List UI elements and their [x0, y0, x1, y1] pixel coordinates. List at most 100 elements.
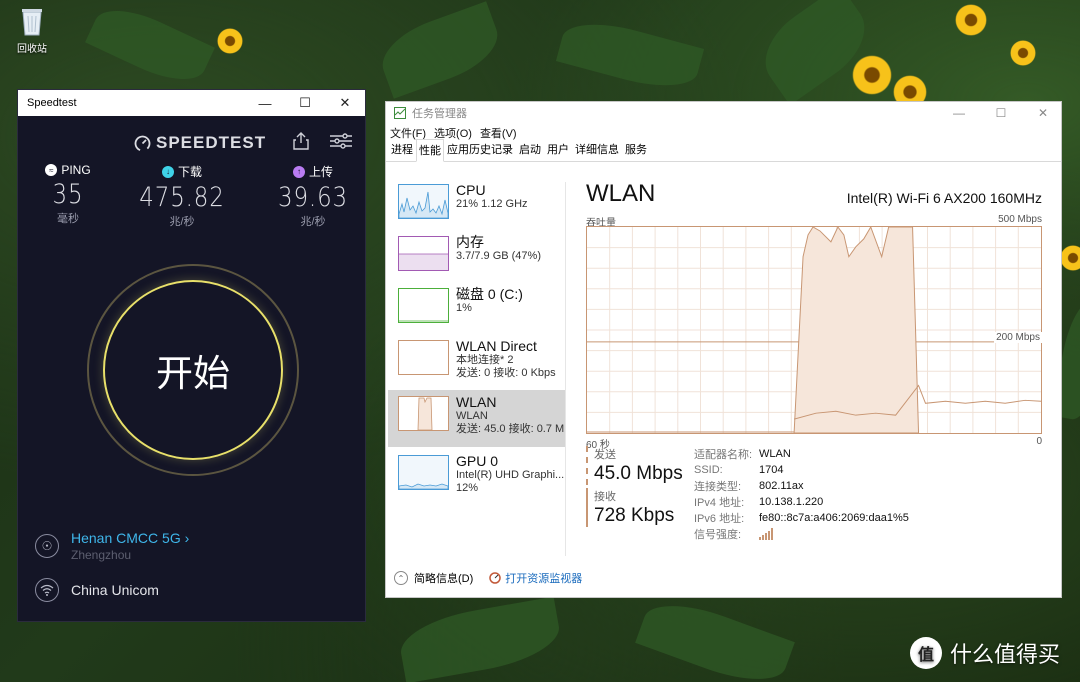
property-key: IPv6 地址: [694, 513, 745, 525]
send-stat: 发送 45.0 Mbps [586, 446, 683, 485]
download-metric: ↓ 下载 475.82 兆/秒 [122, 163, 242, 229]
sidebar-item-cpu[interactable]: CPU 21% 1.12 GHz [388, 182, 566, 234]
speedtest-logo: SPEEDTEST [134, 133, 266, 153]
go-button[interactable]: 开始 [103, 280, 283, 460]
property-key: 适配器名称: [694, 449, 753, 461]
send-area [793, 227, 920, 433]
close-button[interactable]: ✕ [325, 90, 365, 116]
item-detail: 1% [456, 302, 472, 314]
tab-users[interactable]: 用户 [544, 138, 572, 161]
yellow-flower [852, 55, 892, 95]
speedtest-header: SPEEDTEST [18, 116, 365, 156]
results-panel: ≈ PING 35 毫秒 ↓ 下载 475.82 兆/秒 ↑ 上传 39.63 兆/秒 [18, 163, 367, 233]
property-key: 连接类型: [694, 481, 742, 493]
settings-sliders-icon[interactable] [330, 133, 352, 154]
yellow-flower [955, 4, 987, 36]
tab-app-history[interactable]: 应用历史记录 [444, 138, 516, 161]
ping-value: 35 [52, 179, 84, 210]
provider-name: China Unicom [71, 582, 159, 598]
receive-label: 接收 [594, 491, 616, 503]
watermark-text: 什么值得买 [950, 642, 1061, 667]
performance-sidebar: CPU 21% 1.12 GHz 内存 3.7/7.9 GB (47%) 磁盘 … [388, 182, 566, 499]
tab-startup[interactable]: 启动 [516, 138, 544, 161]
sidebar-item-gpu[interactable]: GPU 0 Intel(R) UHD Graphi... 12% [388, 447, 566, 499]
sidebar-item-wlan[interactable]: WLAN WLAN 发送: 45.0 接收: 0.7 M [388, 390, 566, 447]
maximize-button[interactable]: ☐ [983, 102, 1019, 124]
sidebar-item-wlan-direct[interactable]: WLAN Direct 本地连接* 2 发送: 0 接收: 0 Kbps [388, 338, 566, 390]
tab-services[interactable]: 服务 [622, 138, 650, 161]
upload-value: 39.63 [278, 182, 348, 213]
recycle-bin-shortcut[interactable]: 回收站 [12, 6, 52, 55]
download-unit: 兆/秒 [169, 216, 195, 228]
upload-metric: ↑ 上传 39.63 兆/秒 [258, 163, 368, 229]
gpu-mini-graph [398, 455, 449, 490]
property-row: 连接类型: 802.11ax [694, 478, 909, 494]
task-manager-window: 任务管理器 — ☐ ✕ 文件(F) 选项(O) 查看(V) 进程 性能 应用历史… [385, 101, 1062, 598]
tab-performance[interactable]: 性能 [416, 139, 444, 162]
task-manager-footer: ⌃ 简略信息(D) 打开资源监视器 [394, 570, 582, 586]
item-name: CPU [456, 182, 486, 198]
item-detail-2: 发送: 45.0 接收: 0.7 M [456, 423, 565, 435]
background-leaf [373, 1, 507, 99]
item-detail-2: 12% [456, 482, 479, 494]
close-button[interactable]: ✕ [1025, 102, 1061, 124]
brief-info-button[interactable]: 简略信息(D) [414, 570, 473, 586]
property-value: 10.138.1.220 [759, 496, 824, 508]
maximize-button[interactable]: ☐ [285, 90, 325, 116]
globe-icon: ☉ [35, 534, 59, 558]
property-key: SSID: [694, 464, 723, 476]
isp-row[interactable]: ☉ Henan CMCC 5G › Zhengzhou [35, 530, 189, 562]
property-row: IPv6 地址: fe80::8c7a:a406:2069:daa1%5 [694, 510, 909, 526]
resource-monitor-link[interactable]: 打开资源监视器 [489, 570, 582, 586]
speedometer-icon [134, 135, 151, 151]
site-watermark: 值 什么值得买 [910, 637, 1060, 669]
chevron-up-icon[interactable]: ⌃ [394, 571, 408, 585]
task-manager-titlebar[interactable]: 任务管理器 — ☐ ✕ [386, 102, 1061, 124]
send-label: 发送 [594, 449, 616, 461]
tab-details[interactable]: 详细信息 [572, 138, 622, 161]
mid-scale-label: 200 Mbps [994, 332, 1042, 343]
provider-row[interactable]: China Unicom [35, 578, 159, 602]
download-value: 475.82 [139, 182, 225, 213]
disk-mini-graph [398, 288, 449, 323]
item-detail: 3.7/7.9 GB (47%) [456, 250, 541, 262]
property-row: 适配器名称: WLAN [694, 446, 909, 462]
ping-unit: 毫秒 [57, 213, 79, 225]
wlan-mini-graph [398, 396, 449, 431]
yellow-flower [1060, 245, 1080, 271]
chevron-right-icon: › [184, 530, 190, 546]
sidebar-item-memory[interactable]: 内存 3.7/7.9 GB (47%) [388, 234, 566, 286]
download-label: 下载 [177, 165, 202, 179]
adapter-properties: 适配器名称: WLAN SSID: 1704 连接类型: 802.11ax IPv4 … [694, 446, 909, 542]
wifi-icon [35, 578, 59, 602]
zero-label: 0 [1036, 436, 1042, 447]
yellow-flower [1010, 40, 1036, 66]
property-key: 信号强度: [694, 529, 742, 541]
item-name: GPU 0 [456, 453, 499, 469]
recycle-bin-label: 回收站 [17, 44, 47, 55]
task-manager-icon [394, 107, 406, 119]
speedtest-titlebar[interactable]: Speedtest — ☐ ✕ [18, 90, 365, 116]
throughput-graph [586, 226, 1042, 434]
item-name: 内存 [456, 234, 484, 250]
property-value: fe80::8c7a:a406:2069:daa1%5 [759, 512, 909, 524]
share-icon[interactable] [293, 132, 309, 155]
minimize-button[interactable]: — [245, 90, 285, 116]
sidebar-divider [565, 182, 566, 556]
isp-name: Henan CMCC 5G [71, 530, 181, 546]
item-name: 磁盘 0 (C:) [456, 286, 523, 302]
property-value: WLAN [759, 448, 791, 460]
window-title: 任务管理器 [412, 108, 467, 120]
sidebar-item-disk[interactable]: 磁盘 0 (C:) 1% [388, 286, 566, 338]
tab-processes[interactable]: 进程 [388, 138, 416, 161]
background-leaf [396, 596, 564, 682]
receive-stat: 接收 728 Kbps [586, 488, 674, 527]
ping-metric: ≈ PING 35 毫秒 [32, 163, 104, 226]
adapter-name: Intel(R) Wi-Fi 6 AX200 160MHz [846, 190, 1042, 206]
recycle-bin-icon [19, 6, 45, 36]
minimize-button[interactable]: — [941, 102, 977, 124]
send-value: 45.0 Mbps [594, 463, 683, 484]
background-leaf [635, 591, 795, 682]
signal-strength-icon [759, 528, 773, 540]
speedtest-window: Speedtest — ☐ ✕ SPEEDTEST ≈ PING 35 毫秒 ↓ 下… [17, 89, 366, 622]
